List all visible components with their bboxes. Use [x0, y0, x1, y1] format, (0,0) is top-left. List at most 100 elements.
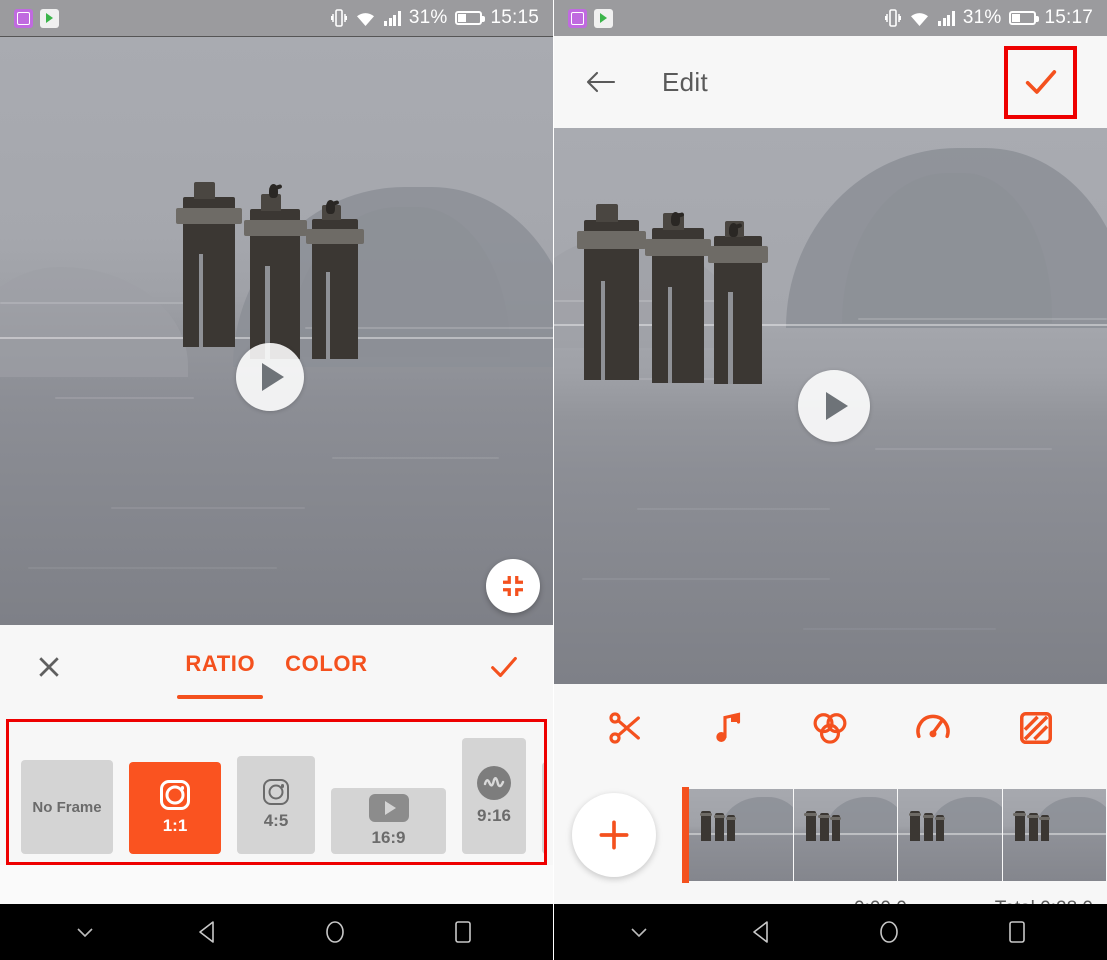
ratio-option-label: 9:16	[476, 806, 512, 825]
status-notification-icons	[568, 8, 613, 28]
ratio-option-label: No Frame	[32, 798, 102, 816]
battery-percent: 31%	[408, 7, 448, 28]
status-notification-icons	[14, 8, 59, 28]
youtube-icon	[368, 794, 409, 822]
plus-icon	[599, 820, 629, 850]
ratio-options-list: No Frame 1:1 4:5 16:9 9:16	[21, 724, 544, 854]
right-phone-screen: 31% 15:17 Edit	[554, 0, 1107, 960]
bird-silhouette	[326, 200, 335, 214]
apply-ratio-button[interactable]	[487, 650, 521, 684]
ratio-option-no-frame[interactable]: No Frame	[21, 760, 113, 854]
ratio-option-16-9[interactable]: 16:9	[331, 788, 446, 854]
video-preview-left[interactable]	[0, 36, 553, 625]
trim-tool-button[interactable]	[599, 702, 651, 754]
battery-percent: 31%	[962, 7, 1002, 28]
wifi-icon	[357, 12, 375, 26]
home-icon[interactable]	[874, 917, 904, 947]
fit-to-screen-button[interactable]	[486, 559, 540, 613]
status-system-icons: 31% 15:15	[331, 7, 539, 29]
bird-silhouette	[729, 223, 738, 237]
fit-to-screen-icon	[503, 576, 523, 596]
confirm-button-highlight[interactable]	[1004, 45, 1077, 119]
play-icon	[826, 392, 848, 420]
ratio-option-1-1[interactable]: 1:1	[129, 762, 221, 854]
play-store-icon	[40, 8, 59, 28]
status-clock: 15:15	[490, 7, 539, 28]
filmstrip[interactable]	[689, 789, 1107, 881]
recents-icon[interactable]	[448, 917, 478, 947]
back-arrow-button[interactable]	[584, 67, 618, 97]
filmstrip-frame[interactable]	[1002, 789, 1107, 881]
vibrate-icon	[331, 9, 348, 27]
tab-list: RATIO COLOR	[66, 651, 487, 699]
recents-icon[interactable]	[1002, 917, 1032, 947]
filmstrip-frame[interactable]	[898, 789, 1003, 881]
video-preview-right[interactable]	[554, 128, 1107, 684]
ratio-option-label: 1:1	[162, 816, 188, 835]
android-nav-bar	[0, 904, 553, 960]
scissors-icon	[609, 712, 641, 744]
play-button[interactable]	[798, 370, 870, 442]
wifi-icon	[911, 12, 929, 26]
signal-icon	[384, 10, 401, 26]
musically-icon	[477, 766, 511, 800]
battery-icon	[455, 11, 486, 25]
speedometer-icon	[916, 714, 950, 739]
chevron-down-icon[interactable]	[75, 925, 95, 939]
edit-toolbar	[554, 684, 1107, 772]
chevron-down-icon[interactable]	[629, 925, 649, 939]
back-icon[interactable]	[747, 917, 777, 947]
photos-icon	[568, 8, 587, 28]
left-phone-screen: 31% 15:15 RATIO COLOR No Frame 1:1 4:5 1…	[0, 0, 554, 960]
edit-app-bar: Edit	[554, 36, 1107, 128]
android-nav-bar	[554, 904, 1107, 960]
bird-silhouette	[671, 212, 680, 226]
ratio-option-4-5[interactable]: 4:5	[237, 756, 315, 854]
ratio-options-highlight: No Frame 1:1 4:5 16:9 9:16	[6, 719, 547, 865]
timeline-row	[554, 772, 1107, 898]
play-icon	[262, 363, 284, 391]
play-store-icon	[594, 8, 613, 28]
filter-tool-button[interactable]	[804, 702, 856, 754]
back-arrow-icon	[586, 71, 616, 93]
close-button[interactable]	[32, 650, 66, 684]
check-icon	[1025, 70, 1056, 94]
status-bar: 31% 15:17	[554, 0, 1107, 36]
ratio-option-label: 16:9	[371, 828, 406, 847]
page-title: Edit	[662, 66, 709, 97]
filmstrip-frame[interactable]	[689, 789, 794, 881]
battery-icon	[1009, 11, 1040, 25]
music-tool-button[interactable]	[702, 702, 754, 754]
status-system-icons: 31% 15:17	[885, 7, 1093, 29]
timeline-strip[interactable]	[682, 787, 1107, 883]
ratio-panel: RATIO COLOR No Frame 1:1 4:5 16:9 9:16	[0, 625, 553, 865]
tab-ratio[interactable]: RATIO	[177, 651, 263, 699]
status-bar: 31% 15:15	[0, 0, 553, 36]
ratio-option-partial[interactable]	[542, 762, 544, 854]
add-clip-button[interactable]	[572, 793, 656, 877]
ratio-tabbar: RATIO COLOR	[0, 625, 553, 709]
photos-icon	[14, 8, 33, 28]
instagram-icon	[263, 779, 289, 805]
vibrate-icon	[885, 9, 902, 27]
frame-tool-button[interactable]	[1010, 702, 1062, 754]
color-circles-icon	[814, 713, 847, 744]
back-icon[interactable]	[193, 917, 223, 947]
music-note-icon	[716, 712, 740, 742]
frame-ratio-icon	[1019, 712, 1052, 744]
filmstrip-frame[interactable]	[793, 789, 898, 881]
bird-silhouette	[269, 184, 278, 198]
close-icon	[39, 657, 59, 677]
home-icon[interactable]	[320, 917, 350, 947]
play-button[interactable]	[236, 343, 304, 411]
video-frame-image	[0, 37, 553, 625]
ratio-option-9-16[interactable]: 9:16	[462, 738, 526, 854]
tab-color[interactable]: COLOR	[285, 651, 367, 683]
dual-screenshot: 31% 15:15 RATIO COLOR No Frame 1:1 4:5 1…	[0, 0, 1107, 960]
status-clock: 15:17	[1044, 7, 1093, 28]
playhead-marker[interactable]	[682, 787, 689, 883]
ratio-option-label: 4:5	[263, 811, 289, 830]
check-icon	[491, 656, 517, 678]
instagram-icon	[160, 780, 190, 810]
speed-tool-button[interactable]	[907, 702, 959, 754]
